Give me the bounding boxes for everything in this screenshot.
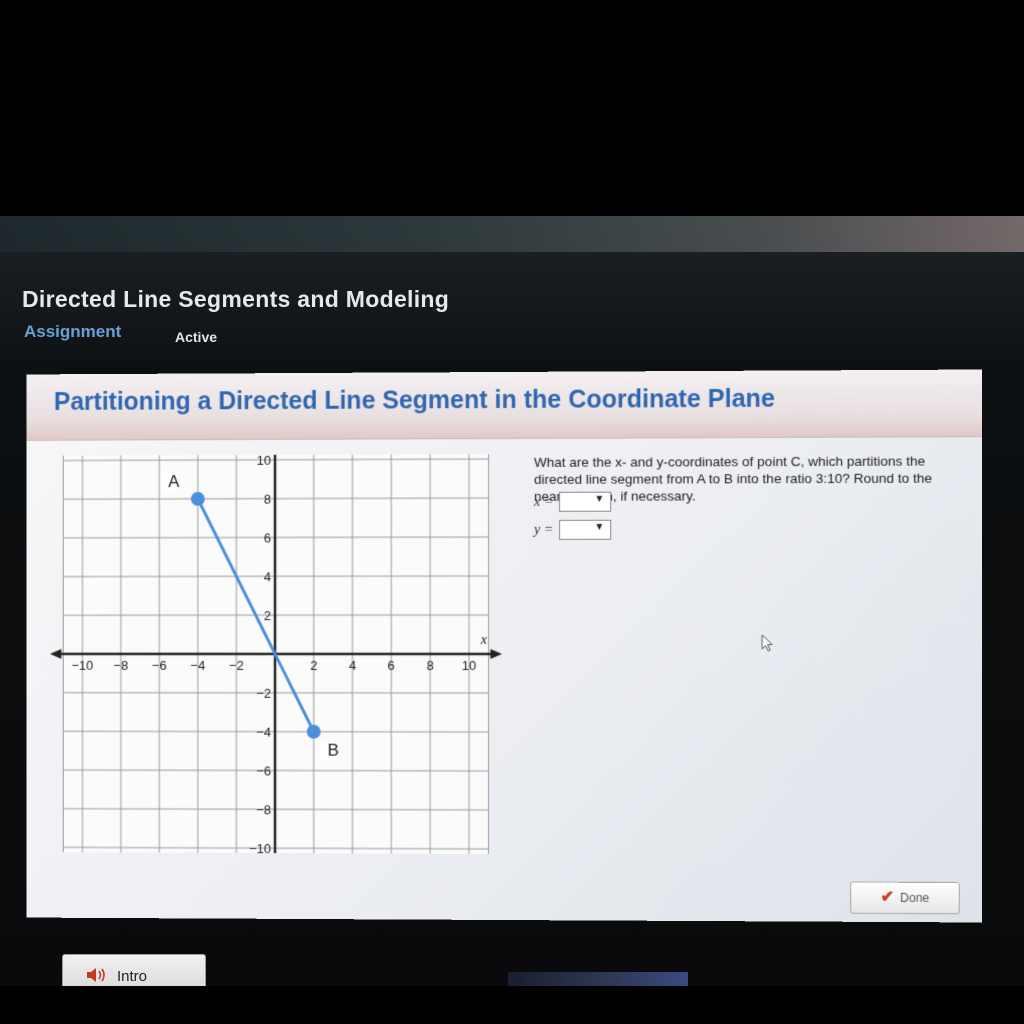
y-tick-label: 4	[264, 569, 271, 584]
assignment-status: Active	[175, 329, 217, 345]
y-tick-label: 8	[264, 492, 271, 507]
x-tick-label: 2	[310, 658, 317, 673]
x-tick-label: −4	[191, 658, 206, 673]
assignment-title: Directed Line Segments and Modeling	[22, 286, 449, 313]
checkmark-icon: ✔	[881, 889, 895, 906]
x-tick-label: −6	[152, 658, 167, 673]
x-coordinate-dropdown[interactable]: ▼	[559, 492, 611, 512]
y-answer-row: y = ▼	[534, 520, 611, 540]
y-answer-label: y =	[534, 523, 553, 538]
done-button[interactable]: ✔ Done	[850, 882, 960, 915]
point-a	[191, 492, 205, 506]
question-panel: Partitioning a Directed Line Segment in …	[26, 370, 982, 923]
taskbar-strip	[508, 972, 688, 986]
x-answer-label: x =	[534, 495, 553, 510]
y-tick-label: −6	[256, 763, 271, 778]
speaker-icon	[85, 967, 109, 983]
x-tick-label: 8	[427, 658, 434, 673]
chevron-down-icon: ▼	[594, 494, 604, 505]
point-a-label: A	[168, 472, 180, 491]
x-axis-arrow-left	[50, 649, 61, 659]
x-axis-arrow-right	[490, 649, 502, 659]
x-tick-label: −10	[72, 658, 94, 673]
coordinate-plane: −10−8−6−4−2246810108642−2−4−6−8−10xy AB	[50, 454, 502, 854]
mouse-pointer-icon	[761, 634, 775, 652]
done-label: Done	[900, 891, 929, 905]
intro-button[interactable]: Intro	[62, 954, 206, 986]
y-tick-label: 6	[264, 530, 271, 545]
y-tick-label: 2	[264, 608, 271, 623]
x-axis-label: x	[480, 633, 488, 648]
y-tick-label: −2	[256, 686, 271, 701]
top-strip	[0, 216, 1024, 252]
chevron-down-icon: ▼	[594, 522, 604, 533]
point-b	[307, 725, 321, 739]
y-tick-label: −4	[256, 725, 271, 740]
y-tick-label: −8	[256, 802, 271, 817]
x-tick-label: −2	[229, 658, 244, 673]
y-coordinate-dropdown[interactable]: ▼	[559, 520, 611, 540]
y-tick-label: 10	[257, 454, 271, 468]
screen: Directed Line Segments and Modeling Assi…	[0, 216, 1024, 986]
point-b-label: B	[328, 741, 339, 760]
x-tick-label: 6	[388, 658, 395, 673]
x-tick-label: 10	[462, 658, 476, 673]
y-tick-label: −10	[249, 841, 271, 854]
x-tick-label: −8	[114, 658, 129, 673]
x-tick-label: 4	[349, 658, 356, 673]
panel-title: Partitioning a Directed Line Segment in …	[54, 385, 775, 417]
assignment-label: Assignment	[24, 322, 121, 342]
intro-label: Intro	[117, 968, 147, 985]
panel-header: Partitioning a Directed Line Segment in …	[26, 370, 982, 441]
x-answer-row: x = ▼	[534, 492, 611, 512]
